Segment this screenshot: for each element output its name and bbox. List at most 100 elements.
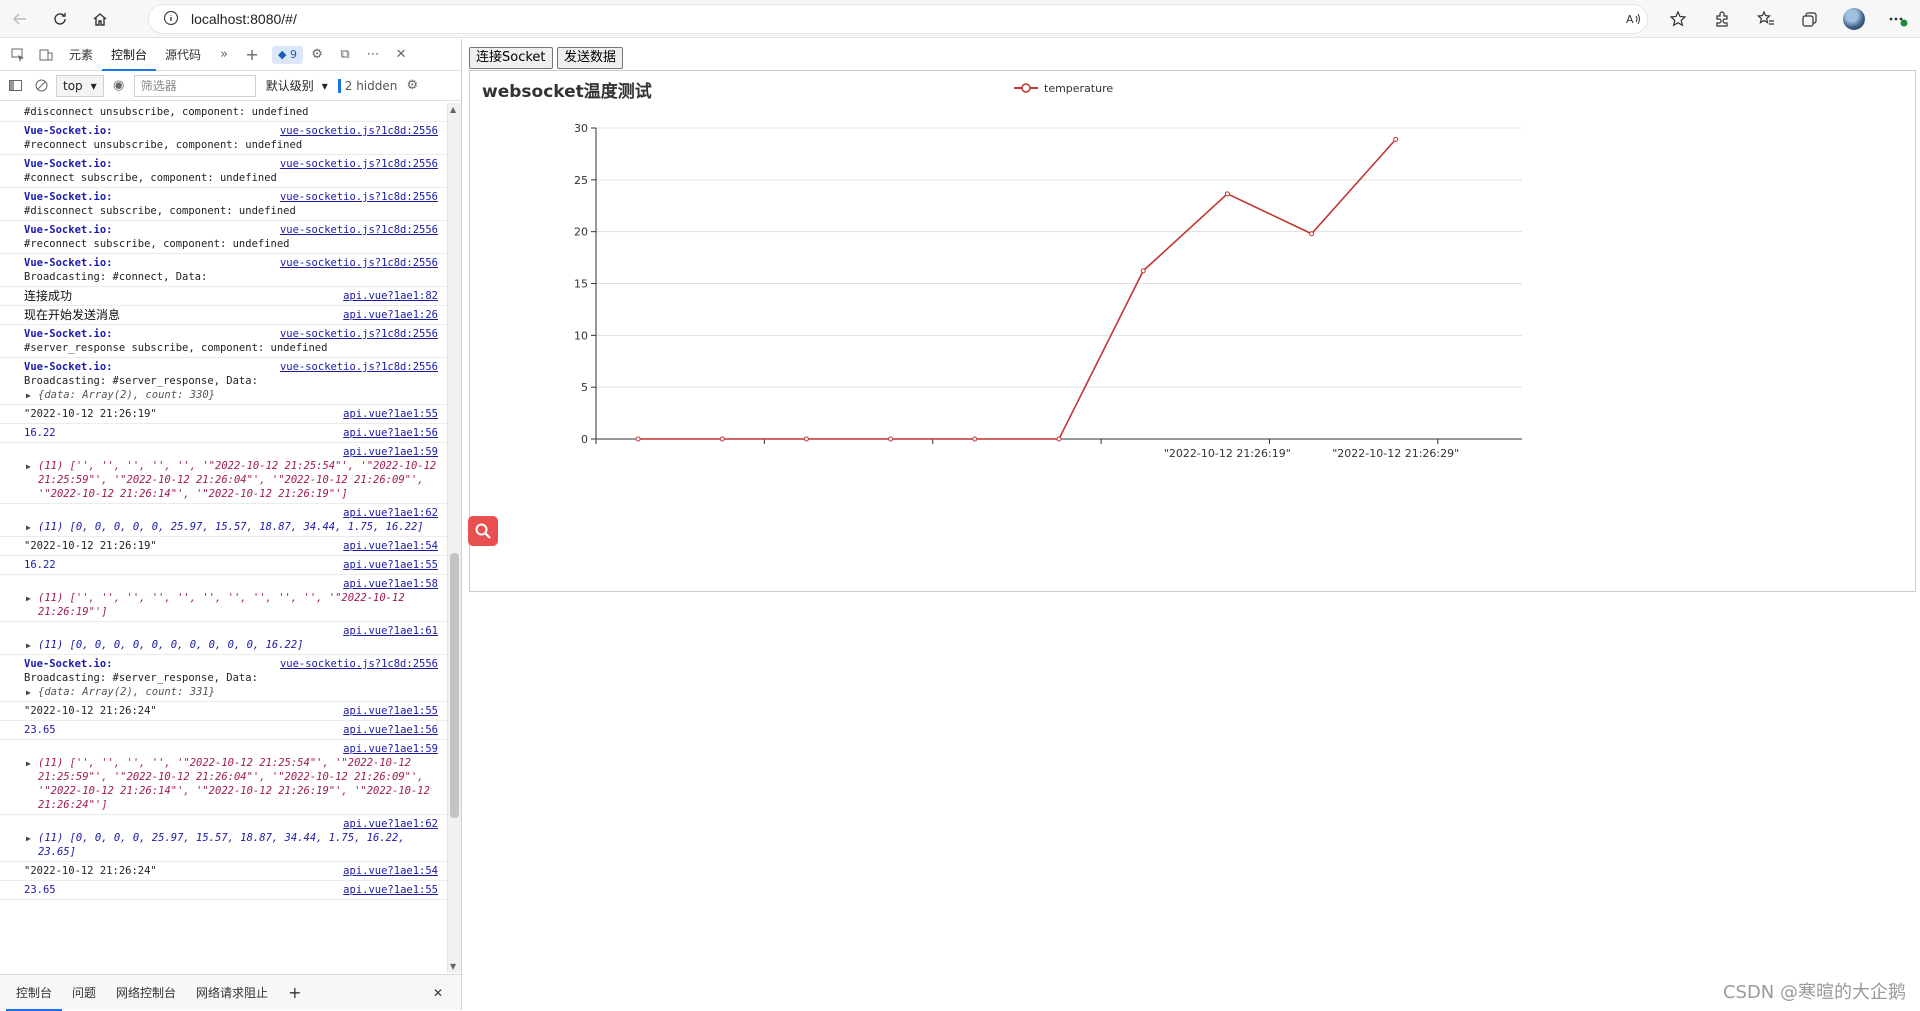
expandable-object[interactable]: (11) [0, 0, 0, 0, 0, 0, 0, 0, 0, 0, 16.2… <box>24 638 440 652</box>
object-preview: (11) ['', '', '', '', '', '"2022-10-12 2… <box>38 460 443 500</box>
log-level-select[interactable]: 默认级别▾ <box>260 75 334 97</box>
chevron-down-icon: ▾ <box>91 76 97 96</box>
scroll-thumb[interactable] <box>450 553 459 818</box>
page-content: 连接Socket 发送数据 websocket温度测试temperature05… <box>463 39 1920 1010</box>
tab-console[interactable]: 控制台 <box>102 39 156 71</box>
object-preview: {data: Array(2), count: 331} <box>38 686 215 698</box>
dock-icon[interactable]: ⧉ <box>331 39 359 71</box>
eye-icon[interactable]: ◉ <box>108 70 130 102</box>
tab-sources[interactable]: 源代码 <box>156 39 210 71</box>
drawer-tab-request-blocking[interactable]: 网络请求阻止 <box>186 975 278 1011</box>
data-point <box>973 437 977 441</box>
source-link[interactable]: api.vue?1ae1:61 <box>343 624 438 638</box>
source-link[interactable]: api.vue?1ae1:54 <box>343 864 438 878</box>
console-message: api.vue?1ae1:55"2022-10-12 21:26:24" <box>0 702 448 721</box>
source-link[interactable]: api.vue?1ae1:62 <box>343 506 438 520</box>
refresh-icon[interactable] <box>40 0 80 38</box>
drawer-tab-console[interactable]: 控制台 <box>6 975 62 1011</box>
source-link[interactable]: vue-socketio.js?1c8d:2556 <box>280 157 438 171</box>
console-message: api.vue?1ae1:54"2022-10-12 21:26:24" <box>0 862 448 881</box>
clear-console-icon[interactable] <box>30 70 52 102</box>
source-link[interactable]: api.vue?1ae1:59 <box>343 445 438 459</box>
scroll-up-icon[interactable]: ▲ <box>450 105 456 114</box>
source-link[interactable]: vue-socketio.js?1c8d:2556 <box>280 124 438 138</box>
source-link[interactable]: api.vue?1ae1:58 <box>343 577 438 591</box>
source-link[interactable]: vue-socketio.js?1c8d:2556 <box>280 360 438 374</box>
source-link[interactable]: api.vue?1ae1:55 <box>343 558 438 572</box>
drawer-tabbar: 控制台 问题 网络控制台 网络请求阻止 + ✕ <box>0 974 461 1010</box>
expandable-object[interactable]: (11) ['', '', '', '', '"2022-10-12 21:25… <box>24 756 440 812</box>
source-link[interactable]: api.vue?1ae1:55 <box>343 407 438 421</box>
log-line: #reconnect subscribe, component: undefin… <box>24 237 440 251</box>
gear-icon[interactable]: ⚙ <box>303 39 331 71</box>
expandable-object[interactable]: {data: Array(2), count: 330} <box>24 388 440 402</box>
read-aloud-icon[interactable]: A <box>1612 0 1656 38</box>
send-data-button[interactable]: 发送数据 <box>557 47 623 69</box>
profile-avatar[interactable] <box>1832 0 1876 38</box>
add-tab-icon[interactable]: + <box>238 39 266 71</box>
console-message: api.vue?1ae1:82连接成功 <box>0 287 448 306</box>
object-preview: (11) [0, 0, 0, 0, 0, 25.97, 15.57, 18.87… <box>38 521 424 533</box>
address-bar[interactable]: localhost:8080/#/ <box>148 4 1648 34</box>
legend-label: temperature <box>1044 82 1113 95</box>
filter-input[interactable]: 筛选器 <box>134 75 256 97</box>
source-link[interactable]: api.vue?1ae1:55 <box>343 704 438 718</box>
more-options-icon[interactable]: ⋯ <box>359 39 387 71</box>
favorites-icon[interactable] <box>1744 0 1788 38</box>
console-message: vue-socketio.js?1c8d:2556Vue-Socket.io:B… <box>0 655 448 702</box>
issues-badge[interactable]: ◆ 9 <box>272 46 303 64</box>
source-link[interactable]: api.vue?1ae1:56 <box>343 723 438 737</box>
extensions-icon[interactable] <box>1700 0 1744 38</box>
expandable-object[interactable]: (11) [0, 0, 0, 0, 25.97, 15.57, 18.87, 3… <box>24 831 440 859</box>
drawer-tab-issues[interactable]: 问题 <box>62 975 106 1011</box>
source-link[interactable]: vue-socketio.js?1c8d:2556 <box>280 223 438 237</box>
source-link[interactable]: api.vue?1ae1:26 <box>343 308 438 322</box>
source-link[interactable]: vue-socketio.js?1c8d:2556 <box>280 327 438 341</box>
search-icon[interactable] <box>468 516 498 546</box>
console-message: api.vue?1ae1:59(11) ['', '', '', '', '"2… <box>0 740 448 815</box>
tab-elements[interactable]: 元素 <box>60 39 102 71</box>
console-settings-icon[interactable]: ⚙ <box>401 70 423 102</box>
log-line: Broadcasting: #connect, Data: <box>24 270 440 284</box>
source-link[interactable]: api.vue?1ae1:54 <box>343 539 438 553</box>
source-link[interactable]: vue-socketio.js?1c8d:2556 <box>280 256 438 270</box>
source-link[interactable]: vue-socketio.js?1c8d:2556 <box>280 190 438 204</box>
add-drawer-tab-icon[interactable]: + <box>278 975 311 1011</box>
console-message: vue-socketio.js?1c8d:2556Vue-Socket.io:#… <box>0 122 448 155</box>
hidden-count[interactable]: 2 hidden <box>345 79 398 93</box>
source-link[interactable]: api.vue?1ae1:56 <box>343 426 438 440</box>
context-select[interactable]: top ▾ <box>56 75 104 97</box>
expandable-object[interactable]: (11) [0, 0, 0, 0, 0, 25.97, 15.57, 18.87… <box>24 520 440 534</box>
temperature-chart: websocket温度测试temperature051015202530"202… <box>470 71 1915 591</box>
console-scrollbar[interactable]: ▲ ▼ <box>447 103 461 973</box>
expandable-object[interactable]: (11) ['', '', '', '', '', '', '', '', ''… <box>24 591 440 619</box>
drawer-tab-network-console[interactable]: 网络控制台 <box>106 975 186 1011</box>
source-link[interactable]: vue-socketio.js?1c8d:2556 <box>280 657 438 671</box>
sidebar-toggle-icon[interactable] <box>4 70 26 102</box>
close-icon[interactable]: ✕ <box>387 39 415 71</box>
collections-icon[interactable] <box>1788 0 1832 38</box>
expandable-object[interactable]: {data: Array(2), count: 331} <box>24 685 440 699</box>
y-tick-label: 20 <box>574 226 588 239</box>
source-link[interactable]: api.vue?1ae1:59 <box>343 742 438 756</box>
context-value: top <box>63 76 83 96</box>
favorite-add-icon[interactable] <box>1656 0 1700 38</box>
source-link[interactable]: api.vue?1ae1:55 <box>343 883 438 897</box>
source-link[interactable]: api.vue?1ae1:82 <box>343 289 438 303</box>
log-line: Broadcasting: #server_response, Data: <box>24 671 440 685</box>
y-tick-label: 25 <box>574 174 588 187</box>
scroll-down-icon[interactable]: ▼ <box>450 962 456 971</box>
device-emulation-icon[interactable] <box>32 39 60 71</box>
expandable-object[interactable]: (11) ['', '', '', '', '', '"2022-10-12 2… <box>24 459 440 501</box>
data-point <box>804 437 808 441</box>
data-point <box>1141 269 1145 273</box>
settings-more-icon[interactable] <box>1876 0 1920 38</box>
back-icon[interactable] <box>0 0 40 38</box>
source-link[interactable]: api.vue?1ae1:62 <box>343 817 438 831</box>
inspect-element-icon[interactable] <box>4 39 32 71</box>
close-drawer-icon[interactable]: ✕ <box>423 975 453 1011</box>
connect-socket-button[interactable]: 连接Socket <box>469 47 553 69</box>
info-icon[interactable] <box>163 10 179 29</box>
home-icon[interactable] <box>80 0 120 38</box>
more-tabs-icon[interactable]: » <box>210 39 238 71</box>
